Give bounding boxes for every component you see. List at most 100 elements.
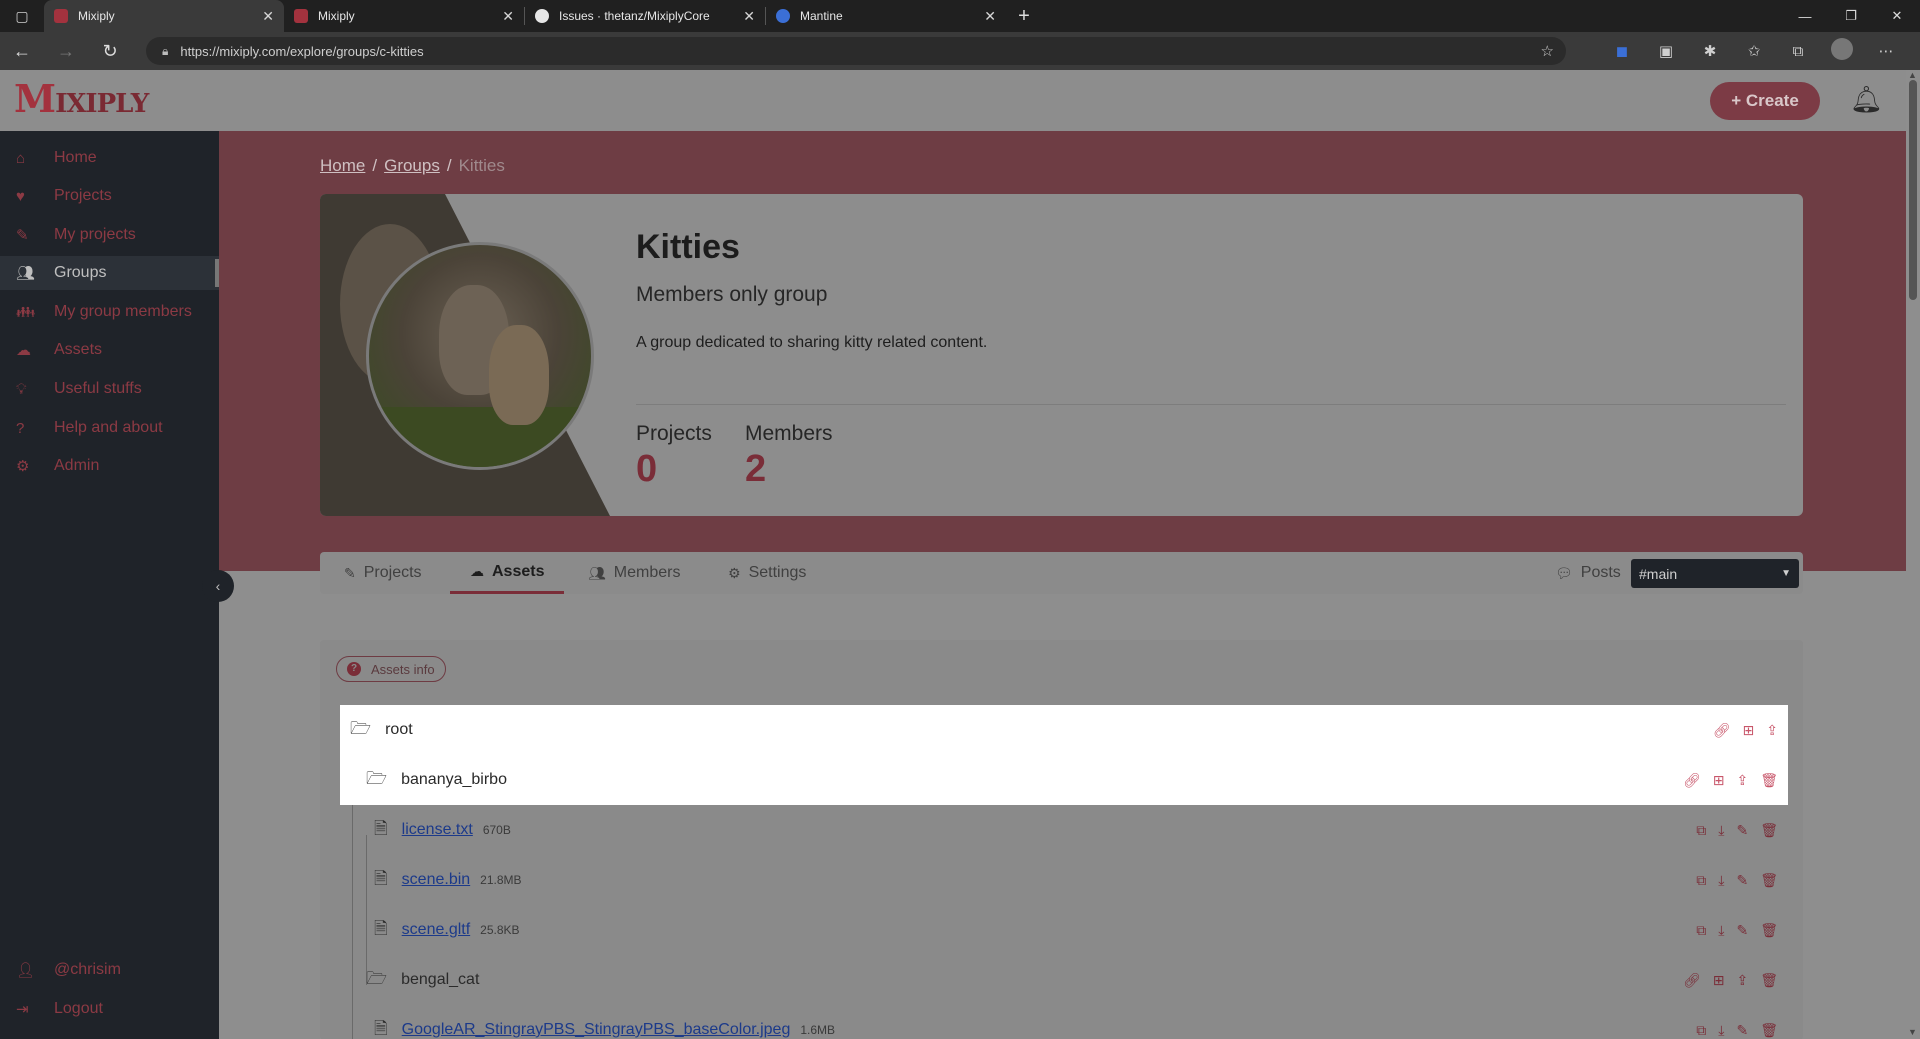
close-tab-icon[interactable]: ✕: [984, 8, 996, 25]
trash-icon[interactable]: 🗑︎: [1760, 872, 1778, 889]
close-window-icon[interactable]: ✕: [1874, 0, 1920, 32]
browser-tab-2[interactable]: Mixiply ✕: [284, 0, 524, 32]
download-icon[interactable]: ⤓: [1718, 822, 1724, 839]
tab-actions-icon[interactable]: ▢: [0, 0, 44, 32]
copy-icon[interactable]: ⧉: [1696, 1022, 1706, 1039]
download-icon[interactable]: ⤓: [1718, 872, 1724, 889]
add-folder-icon[interactable]: ⊞: [1743, 722, 1755, 739]
file-size: 670B: [482, 823, 511, 837]
sidebar-item-admin[interactable]: ⚙ Admin: [0, 449, 219, 483]
sidebar-item-my-projects[interactable]: ✎ My projects: [0, 218, 219, 252]
more-menu-icon[interactable]: ⋯: [1864, 42, 1908, 60]
edit-icon[interactable]: ✎: [1736, 822, 1748, 839]
scroll-up-icon[interactable]: ▲: [1908, 70, 1917, 80]
file-link[interactable]: license.txt: [402, 821, 473, 839]
scroll-down-icon[interactable]: ▼: [1908, 1027, 1917, 1037]
close-tab-icon[interactable]: ✕: [743, 8, 755, 25]
trash-icon[interactable]: 🗑︎: [1760, 972, 1778, 989]
new-tab-icon[interactable]: +: [1006, 0, 1042, 32]
download-icon[interactable]: ⤓: [1718, 1022, 1724, 1039]
file-link[interactable]: GoogleAR_StingrayPBS_StingrayPBS_baseCol…: [402, 1021, 791, 1039]
browser-tab-3[interactable]: Issues · thetanz/MixiplyCore ✕: [525, 0, 765, 32]
extensions-icon[interactable]: ✱: [1688, 42, 1732, 60]
favorite-star-icon[interactable]: ☆: [1541, 42, 1554, 60]
edit-icon[interactable]: ✎: [1736, 922, 1748, 939]
address-bar[interactable]: 🔒︎ https://mixiply.com/explore/groups/c-…: [146, 37, 1566, 65]
lock-icon[interactable]: 🔒︎: [162, 44, 168, 59]
sidebar-item-label: Projects: [54, 187, 112, 204]
link-icon[interactable]: 🔗︎: [1683, 772, 1701, 789]
sidebar-item-home[interactable]: ⌂ Home: [0, 141, 219, 175]
sidebar-item-profile[interactable]: 👤︎ @chrisim: [0, 953, 219, 987]
channel-select[interactable]: #main ▼: [1631, 559, 1799, 588]
assets-info-button[interactable]: ? Assets info: [336, 656, 446, 682]
trash-icon[interactable]: 🗑︎: [1760, 1022, 1778, 1039]
sidebar-item-logout[interactable]: ⇥ Logout: [0, 992, 219, 1026]
tab-settings[interactable]: ⚙ Settings: [728, 552, 806, 594]
profile-avatar[interactable]: [1820, 38, 1864, 64]
breadcrumb-home-link[interactable]: Home: [320, 156, 365, 175]
bitwarden-icon[interactable]: ◼: [1600, 42, 1644, 60]
edit-icon[interactable]: ✎: [1736, 872, 1748, 889]
file-link[interactable]: scene.bin: [402, 871, 471, 889]
file-actions: ⧉ ⤓ ✎ 🗑︎: [1696, 922, 1778, 939]
add-folder-icon[interactable]: ⊞: [1713, 972, 1725, 989]
folder-row[interactable]: 🗁 root 🔗︎ ⊞ ⇪: [340, 705, 1788, 755]
trash-icon[interactable]: 🗑︎: [1760, 922, 1778, 939]
page-viewport: MIXIPLY + Create 🔔︎ ⌂ Home ♥ Projects ✎ …: [0, 70, 1906, 1039]
posts-link[interactable]: 💬︎ Posts: [1555, 552, 1621, 594]
upload-icon[interactable]: ⇪: [1736, 972, 1748, 989]
screenshot-icon[interactable]: ▣: [1644, 42, 1688, 60]
page-scrollbar[interactable]: ▲ ▼: [1906, 70, 1920, 1039]
sidebar-item-groups[interactable]: 👥︎ Groups: [0, 256, 219, 290]
sidebar-item-useful-stuffs[interactable]: 💡︎ Useful stuffs: [0, 372, 219, 406]
scrollbar-thumb[interactable]: [1909, 80, 1917, 300]
browser-toolbar: ← → ↻ 🔒︎ https://mixiply.com/explore/gro…: [0, 32, 1920, 70]
file-link[interactable]: scene.gltf: [402, 921, 470, 939]
link-icon[interactable]: 🔗︎: [1683, 972, 1701, 989]
notification-bell-icon[interactable]: 🔔︎: [1850, 84, 1883, 116]
trash-icon[interactable]: 🗑︎: [1760, 822, 1778, 839]
copy-icon[interactable]: ⧉: [1696, 872, 1706, 889]
user-icon: 👤︎: [16, 962, 36, 979]
breadcrumb-groups-link[interactable]: Groups: [384, 156, 440, 175]
copy-icon[interactable]: ⧉: [1696, 922, 1706, 939]
browser-tab-4[interactable]: Mantine ✕: [766, 0, 1006, 32]
sidebar-item-projects[interactable]: ♥ Projects: [0, 179, 219, 213]
tab-members[interactable]: 👥︎ Members: [588, 552, 680, 594]
sidebar-item-my-group-members[interactable]: 👪︎ My group members: [0, 295, 219, 329]
file-actions: ⧉ ⤓ ✎ 🗑︎: [1696, 822, 1778, 839]
refresh-icon[interactable]: ↻: [88, 32, 132, 70]
sidebar-item-help-and-about[interactable]: ? Help and about: [0, 411, 219, 445]
collections-icon[interactable]: ⧉: [1776, 43, 1820, 60]
folder-row[interactable]: 🗁 bengal_cat 🔗︎ ⊞ ⇪ 🗑︎: [340, 955, 1788, 1005]
restore-icon[interactable]: ❐: [1828, 0, 1874, 32]
users-icon: 👥︎: [588, 564, 606, 581]
trash-icon[interactable]: 🗑︎: [1760, 772, 1778, 789]
link-icon[interactable]: 🔗︎: [1713, 722, 1731, 739]
sidebar-item-assets[interactable]: ☁ Assets: [0, 333, 219, 367]
close-tab-icon[interactable]: ✕: [262, 8, 274, 25]
add-folder-icon[interactable]: ⊞: [1713, 772, 1725, 789]
comment-icon: 💬︎: [1555, 564, 1573, 581]
close-tab-icon[interactable]: ✕: [502, 8, 514, 25]
favorites-icon[interactable]: ✩: [1732, 42, 1776, 60]
forward-icon[interactable]: →: [44, 32, 88, 70]
browser-tab-1[interactable]: Mixiply ✕: [44, 0, 284, 32]
edit-icon[interactable]: ✎: [1736, 1022, 1748, 1039]
upload-icon[interactable]: ⇪: [1766, 722, 1778, 739]
mixiply-logo[interactable]: MIXIPLY: [14, 76, 149, 121]
collapse-sidebar-icon[interactable]: ‹: [202, 570, 234, 602]
create-button[interactable]: + Create: [1710, 82, 1820, 120]
folder-open-icon: 🗁: [366, 768, 388, 788]
upload-icon[interactable]: ⇪: [1736, 772, 1748, 789]
tab-title: Mantine: [800, 9, 843, 23]
back-icon[interactable]: ←: [0, 32, 44, 70]
minimize-icon[interactable]: —: [1782, 0, 1828, 32]
download-icon[interactable]: ⤓: [1718, 922, 1724, 939]
tab-projects[interactable]: ✎ Projects: [344, 552, 422, 594]
file-icon: 🗎: [374, 1018, 388, 1038]
tab-assets[interactable]: ☁ Assets: [450, 552, 565, 594]
folder-row[interactable]: 🗁 bananya_birbo 🔗︎ ⊞ ⇪ 🗑︎: [340, 755, 1788, 805]
copy-icon[interactable]: ⧉: [1696, 822, 1706, 839]
